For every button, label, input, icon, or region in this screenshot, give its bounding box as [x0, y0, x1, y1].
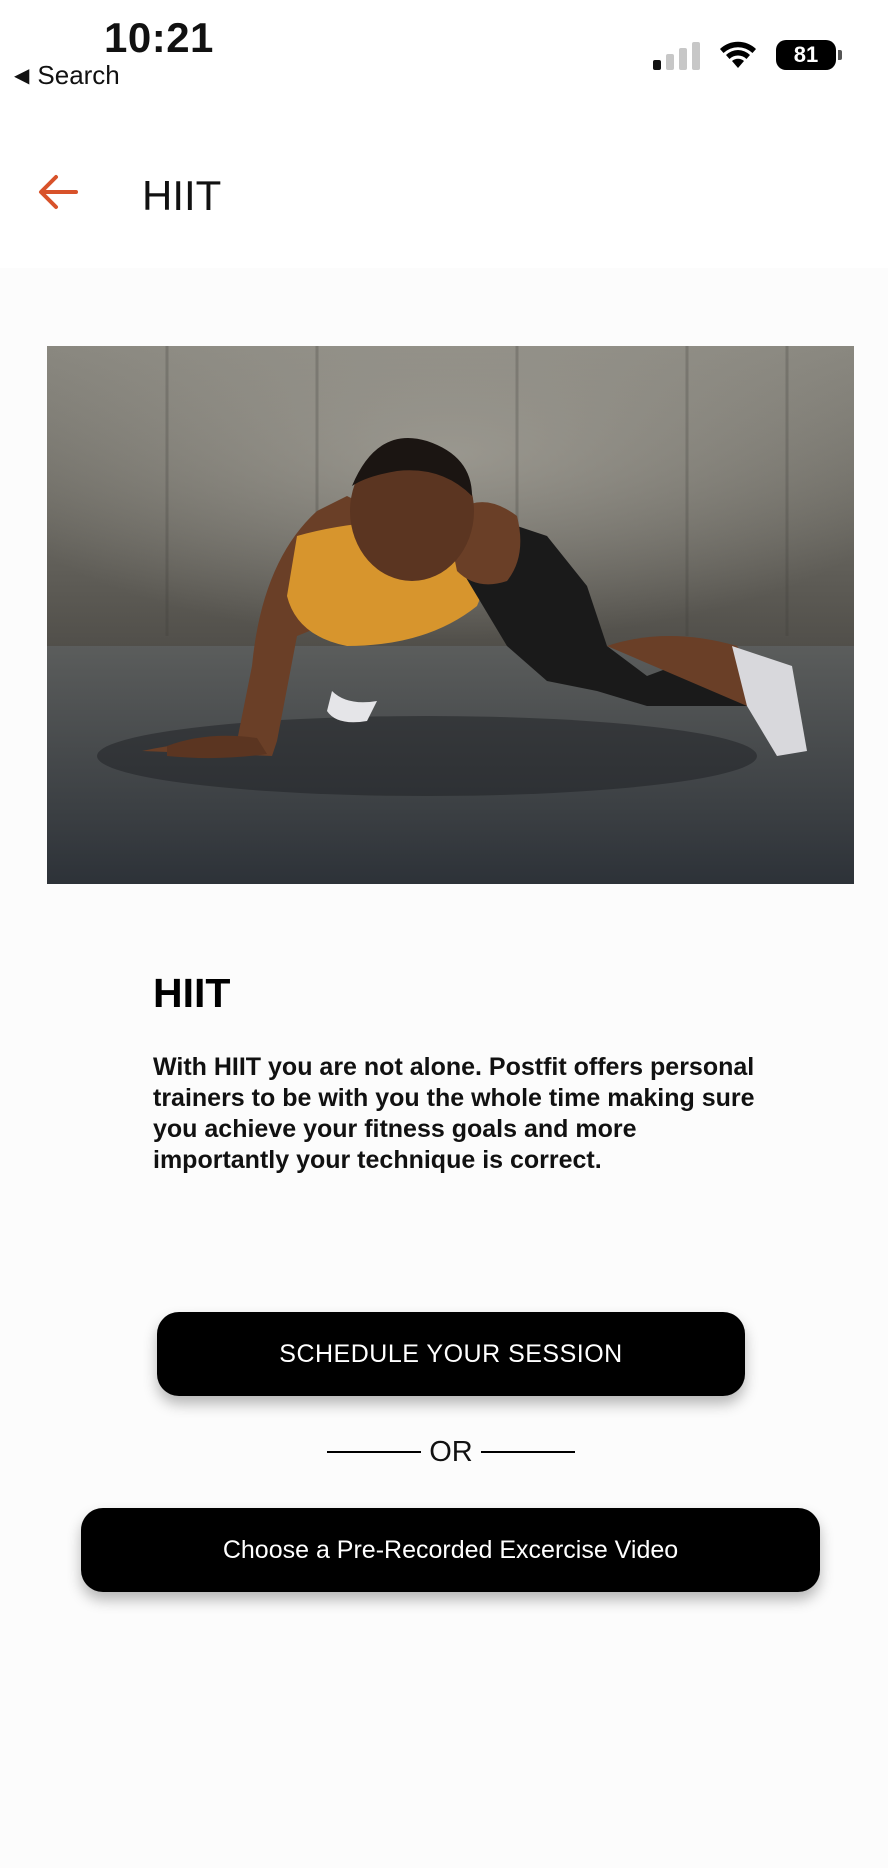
back-to-app-link[interactable]: ◀ Search [14, 60, 120, 91]
divider-line-left [327, 1451, 421, 1453]
content-title: HIIT [153, 970, 231, 1016]
cellular-signal-icon [653, 40, 700, 70]
or-label: OR [429, 1435, 473, 1468]
page-title: HIIT [142, 172, 222, 219]
wifi-icon [720, 41, 756, 68]
back-app-label: Search [37, 60, 120, 90]
arrow-left-icon[interactable] [36, 170, 80, 214]
battery-level: 81 [776, 40, 836, 70]
status-time: 10:21 [104, 14, 214, 61]
status-bar: 10:21 ◀ Search 81 [0, 0, 888, 100]
divider-line-right [481, 1451, 575, 1453]
nav-bar: HIIT [0, 100, 888, 268]
battery-icon: 81 [776, 40, 842, 70]
prerecorded-video-button[interactable]: Choose a Pre-Recorded Excercise Video [81, 1508, 820, 1592]
hero-image [47, 346, 854, 884]
content-description: With HIIT you are not alone. Postfit off… [153, 1053, 755, 1174]
or-divider: OR [327, 1434, 575, 1470]
back-triangle-icon: ◀ [14, 65, 30, 87]
schedule-session-button[interactable]: SCHEDULE YOUR SESSION [157, 1312, 745, 1396]
status-indicators: 81 [653, 40, 842, 70]
